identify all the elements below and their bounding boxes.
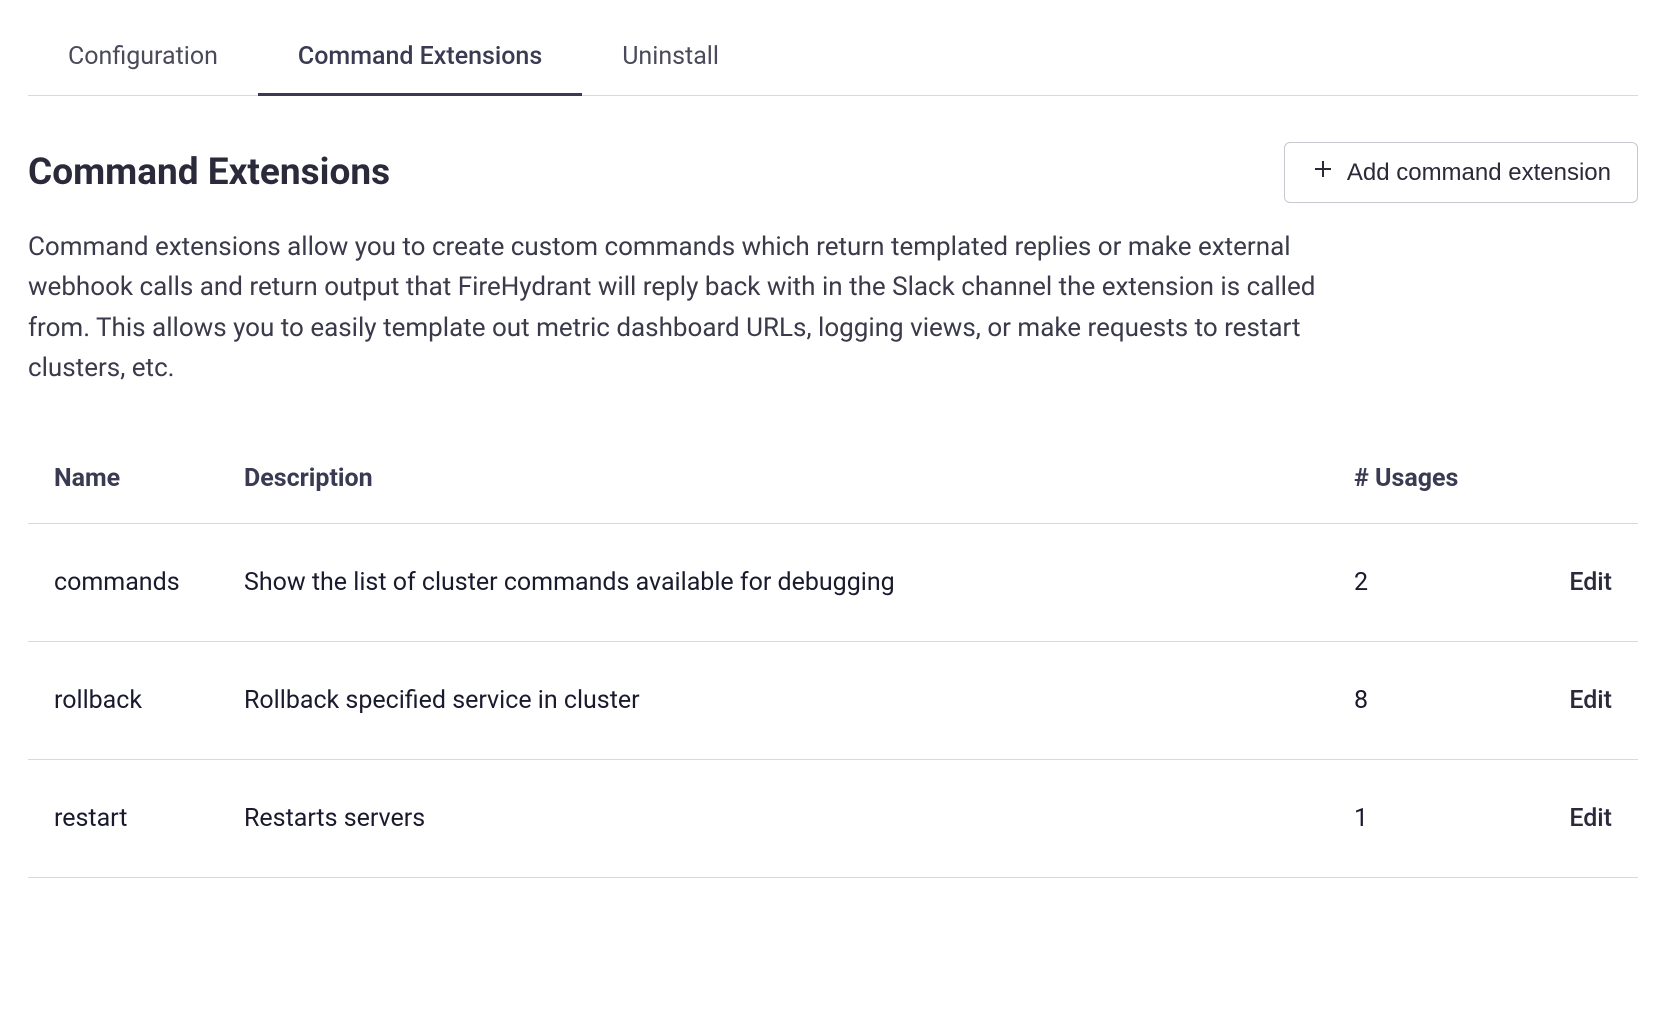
tab-command-extensions[interactable]: Command Extensions: [258, 28, 582, 96]
table-row: commands Show the list of cluster comman…: [28, 524, 1638, 642]
add-command-extension-button[interactable]: Add command extension: [1284, 142, 1638, 203]
extension-usages: 2: [1328, 524, 1528, 642]
page-description: Command extensions allow you to create c…: [28, 227, 1368, 388]
table-header-name: Name: [28, 446, 218, 524]
extension-usages: 1: [1328, 760, 1528, 878]
extension-name: commands: [28, 524, 218, 642]
extension-name: rollback: [28, 642, 218, 760]
tab-bar: Configuration Command Extensions Uninsta…: [28, 28, 1638, 96]
extension-usages: 8: [1328, 642, 1528, 760]
extension-description: Rollback specified service in cluster: [218, 642, 1328, 760]
table-row: restart Restarts servers 1 Edit: [28, 760, 1638, 878]
extensions-table: Name Description # Usages commands Show …: [28, 446, 1638, 878]
tab-configuration[interactable]: Configuration: [28, 28, 258, 96]
extension-description: Show the list of cluster commands availa…: [218, 524, 1328, 642]
edit-button[interactable]: Edit: [1569, 804, 1612, 833]
extension-description: Restarts servers: [218, 760, 1328, 878]
tab-uninstall[interactable]: Uninstall: [582, 28, 759, 96]
add-button-label: Add command extension: [1347, 159, 1611, 187]
edit-button[interactable]: Edit: [1569, 568, 1612, 597]
edit-button[interactable]: Edit: [1569, 686, 1612, 715]
table-header-usages: # Usages: [1328, 446, 1528, 524]
table-row: rollback Rollback specified service in c…: [28, 642, 1638, 760]
table-header-action: [1528, 446, 1638, 524]
extension-name: restart: [28, 760, 218, 878]
page-header: Command Extensions Add command extension: [28, 142, 1638, 203]
table-header-row: Name Description # Usages: [28, 446, 1638, 524]
table-header-description: Description: [218, 446, 1328, 524]
plus-icon: [1311, 157, 1335, 188]
page-title: Command Extensions: [28, 151, 390, 194]
